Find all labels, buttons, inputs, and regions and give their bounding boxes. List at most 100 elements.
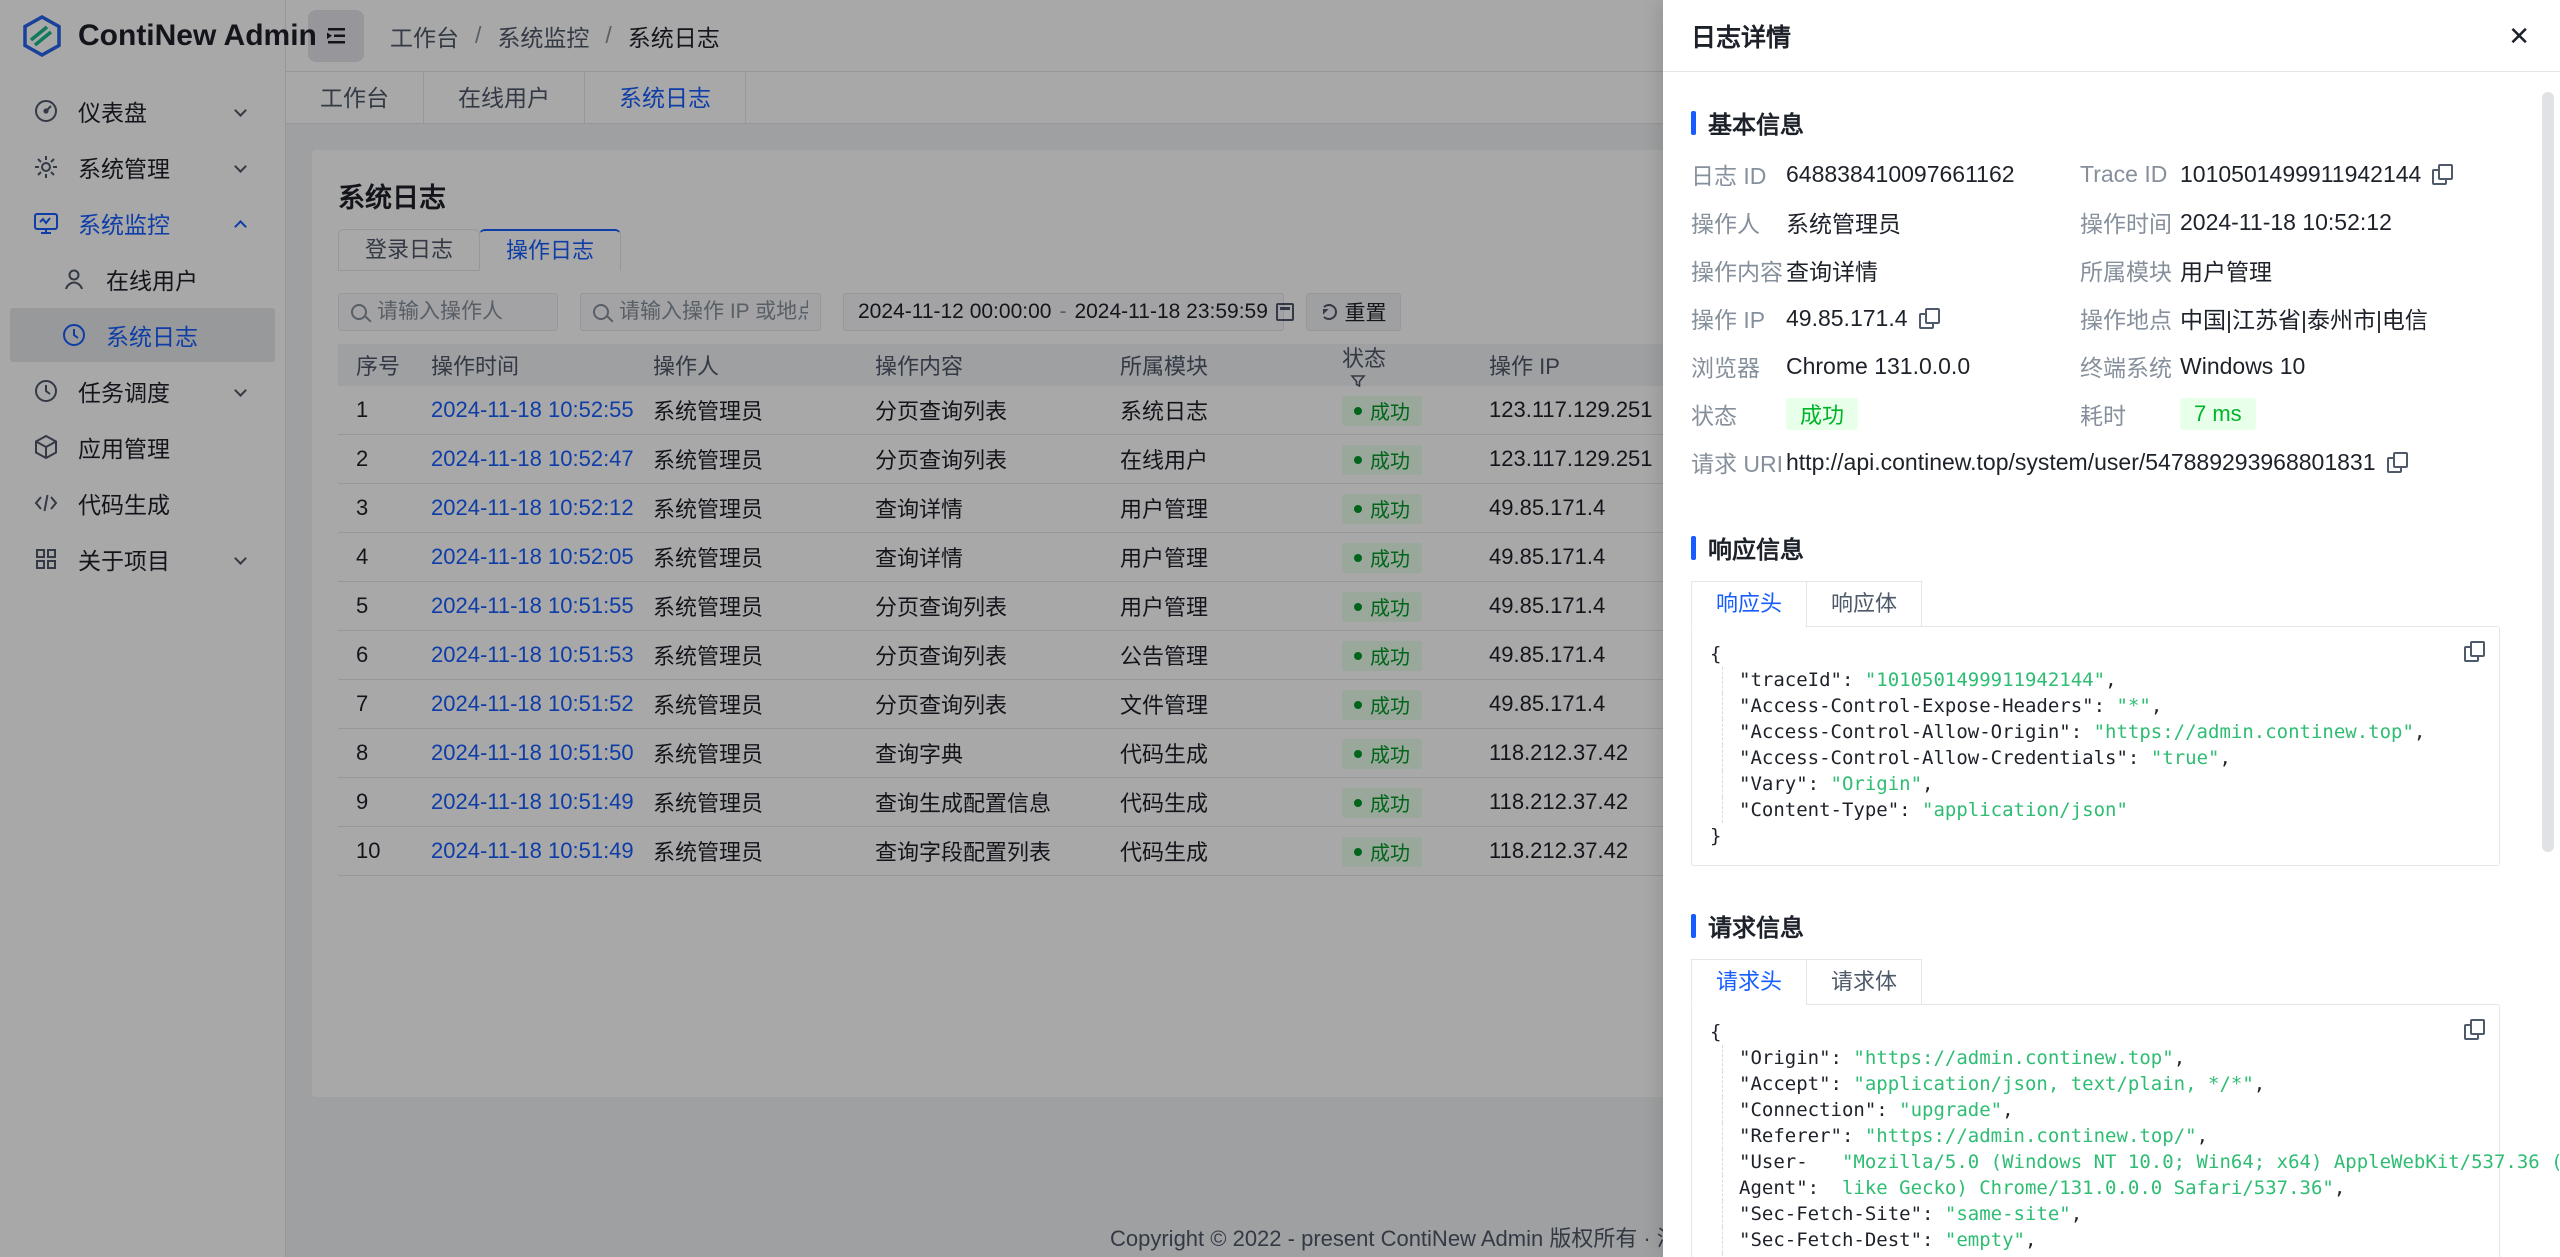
request-headers-code: { "Origin": "https://admin.continew.top"… (1691, 1004, 2500, 1257)
op-time-value: 2024-11-18 10:52:12 (2180, 198, 2500, 246)
code-value: "https://admin.continew.top" (2094, 721, 2414, 743)
code-value: like Gecko) Chrome/131.0.0.0 Safari/537.… (1842, 1177, 2334, 1199)
browser-value: Chrome 131.0.0.0 (1786, 342, 2080, 390)
code-key: } (1710, 825, 1721, 847)
basic-info-grid: 日志 ID 648838410097661162 Trace ID 101050… (1691, 150, 2500, 486)
code-line: "Sec-Fetch-Site": "same-site", (1722, 1201, 2481, 1227)
code-line: "User- "Mozilla/5.0 (Windows NT 10.0; Wi… (1722, 1149, 2481, 1175)
request-uri-text: http://api.continew.top/system/user/5478… (1786, 449, 2376, 476)
basic-info-section-title: 基本信息 (1691, 105, 2500, 140)
op-content-value: 查询详情 (1786, 246, 2080, 294)
code-key: "traceId": (1739, 669, 1865, 691)
section-title-label: 请求信息 (1708, 908, 1804, 943)
request-info-section: 请求信息 请求头 请求体 { "Origin": "https://admin.… (1691, 908, 2500, 1257)
drawer-scrollbar-thumb[interactable] (2542, 92, 2554, 852)
code-value: "true" (2151, 747, 2220, 769)
response-tabs: 响应头 响应体 (1691, 581, 2500, 627)
code-key: { (1710, 643, 1721, 665)
trace-id-value: 1010501499911942144 (2180, 150, 2500, 198)
code-punct: , (2197, 1125, 2208, 1147)
module-label: 所属模块 (2080, 246, 2180, 294)
code-value: "upgrade" (1899, 1099, 2002, 1121)
duration-value: 7 ms (2180, 390, 2500, 438)
copy-icon[interactable] (2463, 641, 2483, 661)
code-key: "User- (1739, 1151, 1842, 1173)
code-punct: , (2071, 1203, 2082, 1225)
code-key: Agent": (1739, 1177, 1842, 1199)
copy-icon[interactable] (2431, 164, 2451, 184)
code-lines: { "traceId": "1010501499911942144", "Acc… (1710, 641, 2481, 849)
code-line: "Connection": "upgrade", (1722, 1097, 2481, 1123)
code-value: "application/json, text/plain, */*" (1853, 1073, 2253, 1095)
request-tab[interactable]: 请求体 (1806, 959, 1922, 1005)
code-key: { (1710, 1021, 1721, 1043)
code-line: "Referer": "https://admin.continew.top/"… (1722, 1123, 2481, 1149)
code-punct: , (2219, 747, 2230, 769)
code-punct: , (2002, 1099, 2013, 1121)
response-headers-code: { "traceId": "1010501499911942144", "Acc… (1691, 626, 2500, 866)
code-line: } (1710, 823, 2481, 849)
code-line: "Sec-Fetch-Dest": "empty", (1722, 1227, 2481, 1253)
response-section-title: 响应信息 (1691, 530, 2500, 565)
duration-badge: 7 ms (2180, 398, 2256, 430)
code-key: "Access-Control-Expose-Headers": (1739, 695, 2117, 717)
request-uri-label: 请求 URI (1691, 438, 1786, 486)
location-label: 操作地点 (2080, 294, 2180, 342)
op-ip-text: 49.85.171.4 (1786, 305, 1908, 332)
copy-icon[interactable] (2463, 1019, 2483, 1039)
code-line: "traceId": "1010501499911942144", (1722, 667, 2481, 693)
code-key: "Vary": (1739, 773, 1831, 795)
code-key: "Access-Control-Allow-Origin": (1739, 721, 2094, 743)
status-label: 状态 (1691, 390, 1786, 438)
op-time-label: 操作时间 (2080, 198, 2180, 246)
code-lines: { "Origin": "https://admin.continew.top"… (1710, 1019, 2481, 1257)
request-section-title: 请求信息 (1691, 908, 2500, 943)
code-value: "https://admin.continew.top" (1853, 1047, 2173, 1069)
duration-label: 耗时 (2080, 390, 2180, 438)
code-value: "https://admin.continew.top/" (1865, 1125, 2197, 1147)
code-punct: , (2414, 721, 2425, 743)
log-detail-drawer: 日志详情 ✕ 基本信息 日志 ID 648838410097661162 Tra… (1663, 0, 2560, 1257)
code-value: "same-site" (1945, 1203, 2071, 1225)
section-accent-bar (1691, 536, 1696, 560)
browser-label: 浏览器 (1691, 342, 1786, 390)
drawer-title: 日志详情 (1691, 18, 1791, 54)
request-tab[interactable]: 请求头 (1691, 959, 1807, 1005)
code-line: Agent": like Gecko) Chrome/131.0.0.0 Saf… (1722, 1175, 2481, 1201)
code-key: "Access-Control-Allow-Credentials": (1739, 747, 2151, 769)
code-punct: , (2151, 695, 2162, 717)
code-line: "Access-Control-Allow-Origin": "https://… (1722, 719, 2481, 745)
code-line: "Content-Type": "application/json" (1722, 797, 2481, 823)
drawer-body: 基本信息 日志 ID 648838410097661162 Trace ID 1… (1663, 73, 2560, 1257)
location-value: 中国|江苏省|泰州市|电信 (2180, 294, 2500, 342)
log-id-value: 648838410097661162 (1786, 150, 2080, 198)
code-value: "Mozilla/5.0 (Windows NT 10.0; Win64; x6… (1842, 1151, 2560, 1173)
code-punct: , (1922, 773, 1933, 795)
section-accent-bar (1691, 111, 1696, 135)
copy-icon[interactable] (1918, 308, 1938, 328)
code-line: "Access-Control-Allow-Credentials": "tru… (1722, 745, 2481, 771)
code-value: "application/json" (1922, 799, 2128, 821)
code-punct: , (2105, 669, 2116, 691)
request-uri-value: http://api.continew.top/system/user/5478… (1786, 438, 2500, 486)
code-key: "Connection": (1739, 1099, 1899, 1121)
response-tab[interactable]: 响应体 (1806, 581, 1922, 627)
code-punct: , (2174, 1047, 2185, 1069)
response-tab[interactable]: 响应头 (1691, 581, 1807, 627)
trace-id-label: Trace ID (2080, 150, 2180, 198)
close-icon[interactable]: ✕ (2508, 23, 2530, 49)
section-accent-bar (1691, 914, 1696, 938)
copy-icon[interactable] (2386, 452, 2406, 472)
code-key: "Content-Type": (1739, 799, 1922, 821)
code-key: "Sec-Fetch-Site": (1739, 1203, 1945, 1225)
operator-value: 系统管理员 (1786, 198, 2080, 246)
code-value: "1010501499911942144" (1865, 669, 2105, 691)
module-value: 用户管理 (2180, 246, 2500, 294)
code-punct: , (2254, 1073, 2265, 1095)
operator-label: 操作人 (1691, 198, 1786, 246)
trace-id-text: 1010501499911942144 (2180, 161, 2421, 188)
drawer-header: 日志详情 ✕ (1663, 0, 2560, 72)
code-key: "Referer": (1739, 1125, 1865, 1147)
code-line: "Host": "api.continew.top", (1722, 1253, 2481, 1257)
code-line: "Access-Control-Expose-Headers": "*", (1722, 693, 2481, 719)
